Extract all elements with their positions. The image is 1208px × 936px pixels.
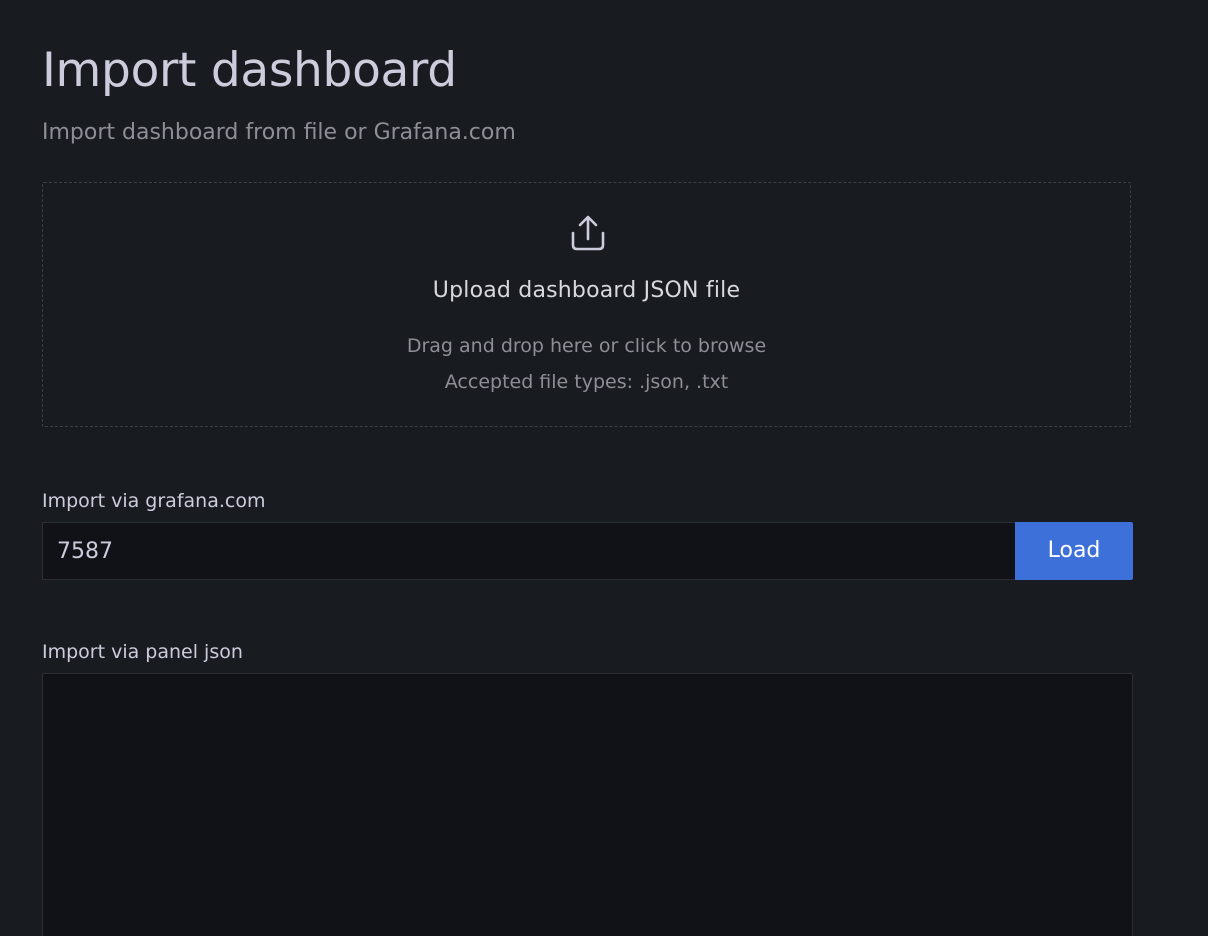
page-title: Import dashboard	[42, 43, 457, 98]
upload-hint-drag: Drag and drop here or click to browse	[406, 335, 767, 357]
grafana-com-label: Import via grafana.com	[42, 490, 266, 512]
load-button[interactable]: Load	[1015, 522, 1133, 580]
upload-title: Upload dashboard JSON file	[432, 278, 741, 303]
upload-icon	[571, 215, 605, 251]
panel-json-label: Import via panel json	[42, 641, 243, 663]
upload-hint-file-types: Accepted file types: .json, .txt	[444, 371, 729, 393]
grafana-com-id-input[interactable]	[42, 522, 1016, 580]
upload-dropzone[interactable]: Upload dashboard JSON file Drag and drop…	[42, 182, 1131, 427]
panel-json-textarea[interactable]	[42, 673, 1133, 936]
page-subtitle: Import dashboard from file or Grafana.co…	[42, 120, 516, 145]
import-dashboard-page: Import dashboard Import dashboard from f…	[0, 0, 1208, 936]
